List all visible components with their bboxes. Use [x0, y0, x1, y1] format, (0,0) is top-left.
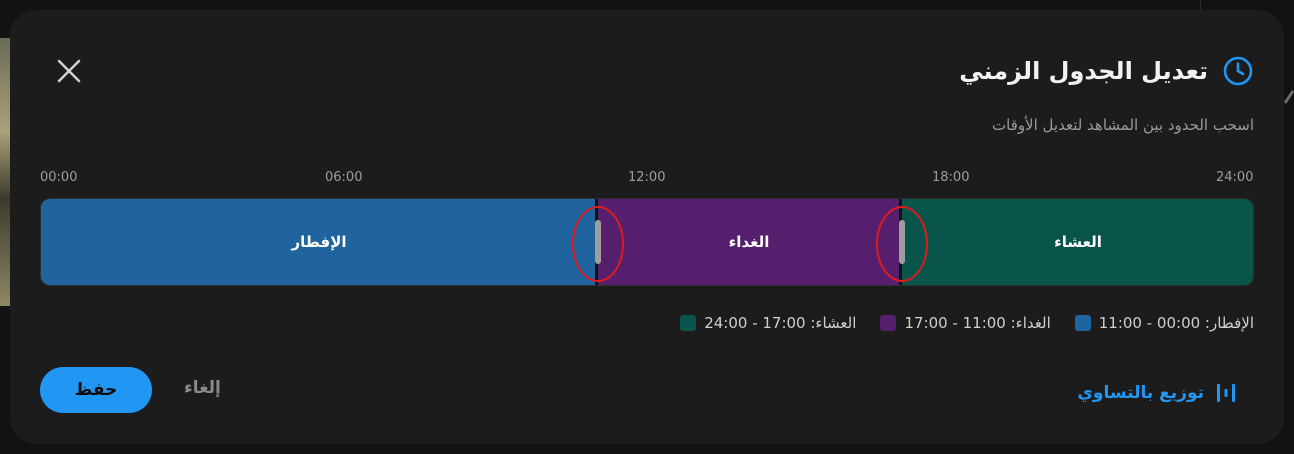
legend-text: العشاء: 17:00 - 24:00 — [704, 314, 857, 332]
timeline-bar: الإفطار الغداء العشاء — [40, 198, 1254, 286]
legend-swatch — [880, 315, 897, 331]
distribute-evenly-button[interactable]: توزيع بالتساوي — [1077, 378, 1238, 408]
legend-swatch — [680, 315, 697, 331]
schedule-dialog: تعديل الجدول الزمني اسحب الحدود بين المش… — [10, 10, 1284, 444]
cancel-button[interactable]: إلغاء — [184, 378, 221, 406]
tick-label: 24:00 — [1216, 170, 1254, 185]
save-button[interactable]: حفظ — [40, 367, 152, 413]
legend-item-dinner: العشاء: 17:00 - 24:00 — [680, 314, 856, 332]
tick-label: 18:00 — [932, 170, 970, 185]
equalizer-icon — [1217, 384, 1235, 402]
segment-breakfast[interactable]: الإفطار — [41, 199, 597, 285]
legend-swatch — [1074, 315, 1091, 331]
timeline-legend: الإفطار: 00:00 - 11:00 الغداء: 11:00 - 1… — [680, 314, 1254, 332]
segment-label: العشاء — [1054, 233, 1102, 251]
segment-label: الغداء — [728, 233, 770, 251]
dialog-title: تعديل الجدول الزمني — [959, 57, 1208, 85]
save-button-label: حفظ — [74, 380, 118, 400]
legend-item-lunch: الغداء: 11:00 - 17:00 — [880, 314, 1051, 332]
legend-text: الغداء: 11:00 - 17:00 — [904, 314, 1051, 332]
legend-text: الإفطار: 00:00 - 11:00 — [1098, 314, 1254, 332]
segment-label: الإفطار — [291, 233, 347, 251]
tick-label: 00:00 — [40, 170, 78, 185]
background-divider — [1200, 0, 1201, 10]
close-icon[interactable] — [54, 56, 84, 86]
tick-label: 06:00 — [325, 170, 363, 185]
tick-label: 12:00 — [628, 170, 666, 185]
dialog-subtitle: اسحب الحدود بين المشاهد لتعديل الأوقات — [991, 116, 1254, 134]
segment-lunch[interactable]: الغداء — [597, 199, 901, 285]
legend-item-breakfast: الإفطار: 00:00 - 11:00 — [1074, 314, 1254, 332]
highlight-annotation — [572, 206, 624, 282]
dialog-header: تعديل الجدول الزمني — [959, 54, 1254, 88]
segment-dinner[interactable]: العشاء — [901, 199, 1253, 285]
distribute-label: توزيع بالتساوي — [1077, 383, 1204, 403]
clock-icon — [1223, 56, 1253, 86]
highlight-annotation — [876, 206, 928, 282]
